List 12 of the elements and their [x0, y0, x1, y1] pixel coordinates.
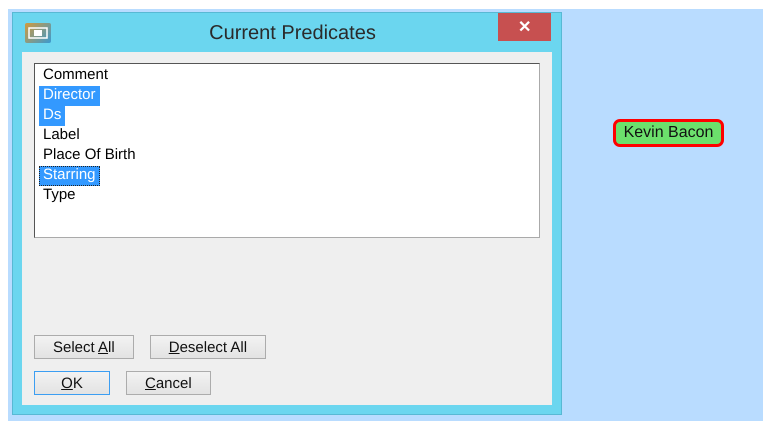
select-button[interactable]: Select All [34, 335, 134, 359]
list-item[interactable]: Place Of Birth [39, 146, 140, 166]
select-button[interactable]: Deselect All [150, 335, 266, 359]
dialog-button[interactable]: OK [34, 371, 110, 395]
list-item[interactable]: Type [39, 186, 80, 206]
list-item[interactable]: Comment [39, 66, 112, 86]
app-icon [25, 23, 51, 43]
dialog-button[interactable]: Cancel [126, 371, 211, 395]
list-item[interactable]: Label [39, 126, 84, 146]
close-button[interactable]: ✕ [498, 13, 551, 41]
window-title: Current Predicates [208, 21, 377, 45]
graph-node[interactable]: Kevin Bacon [612, 119, 724, 147]
